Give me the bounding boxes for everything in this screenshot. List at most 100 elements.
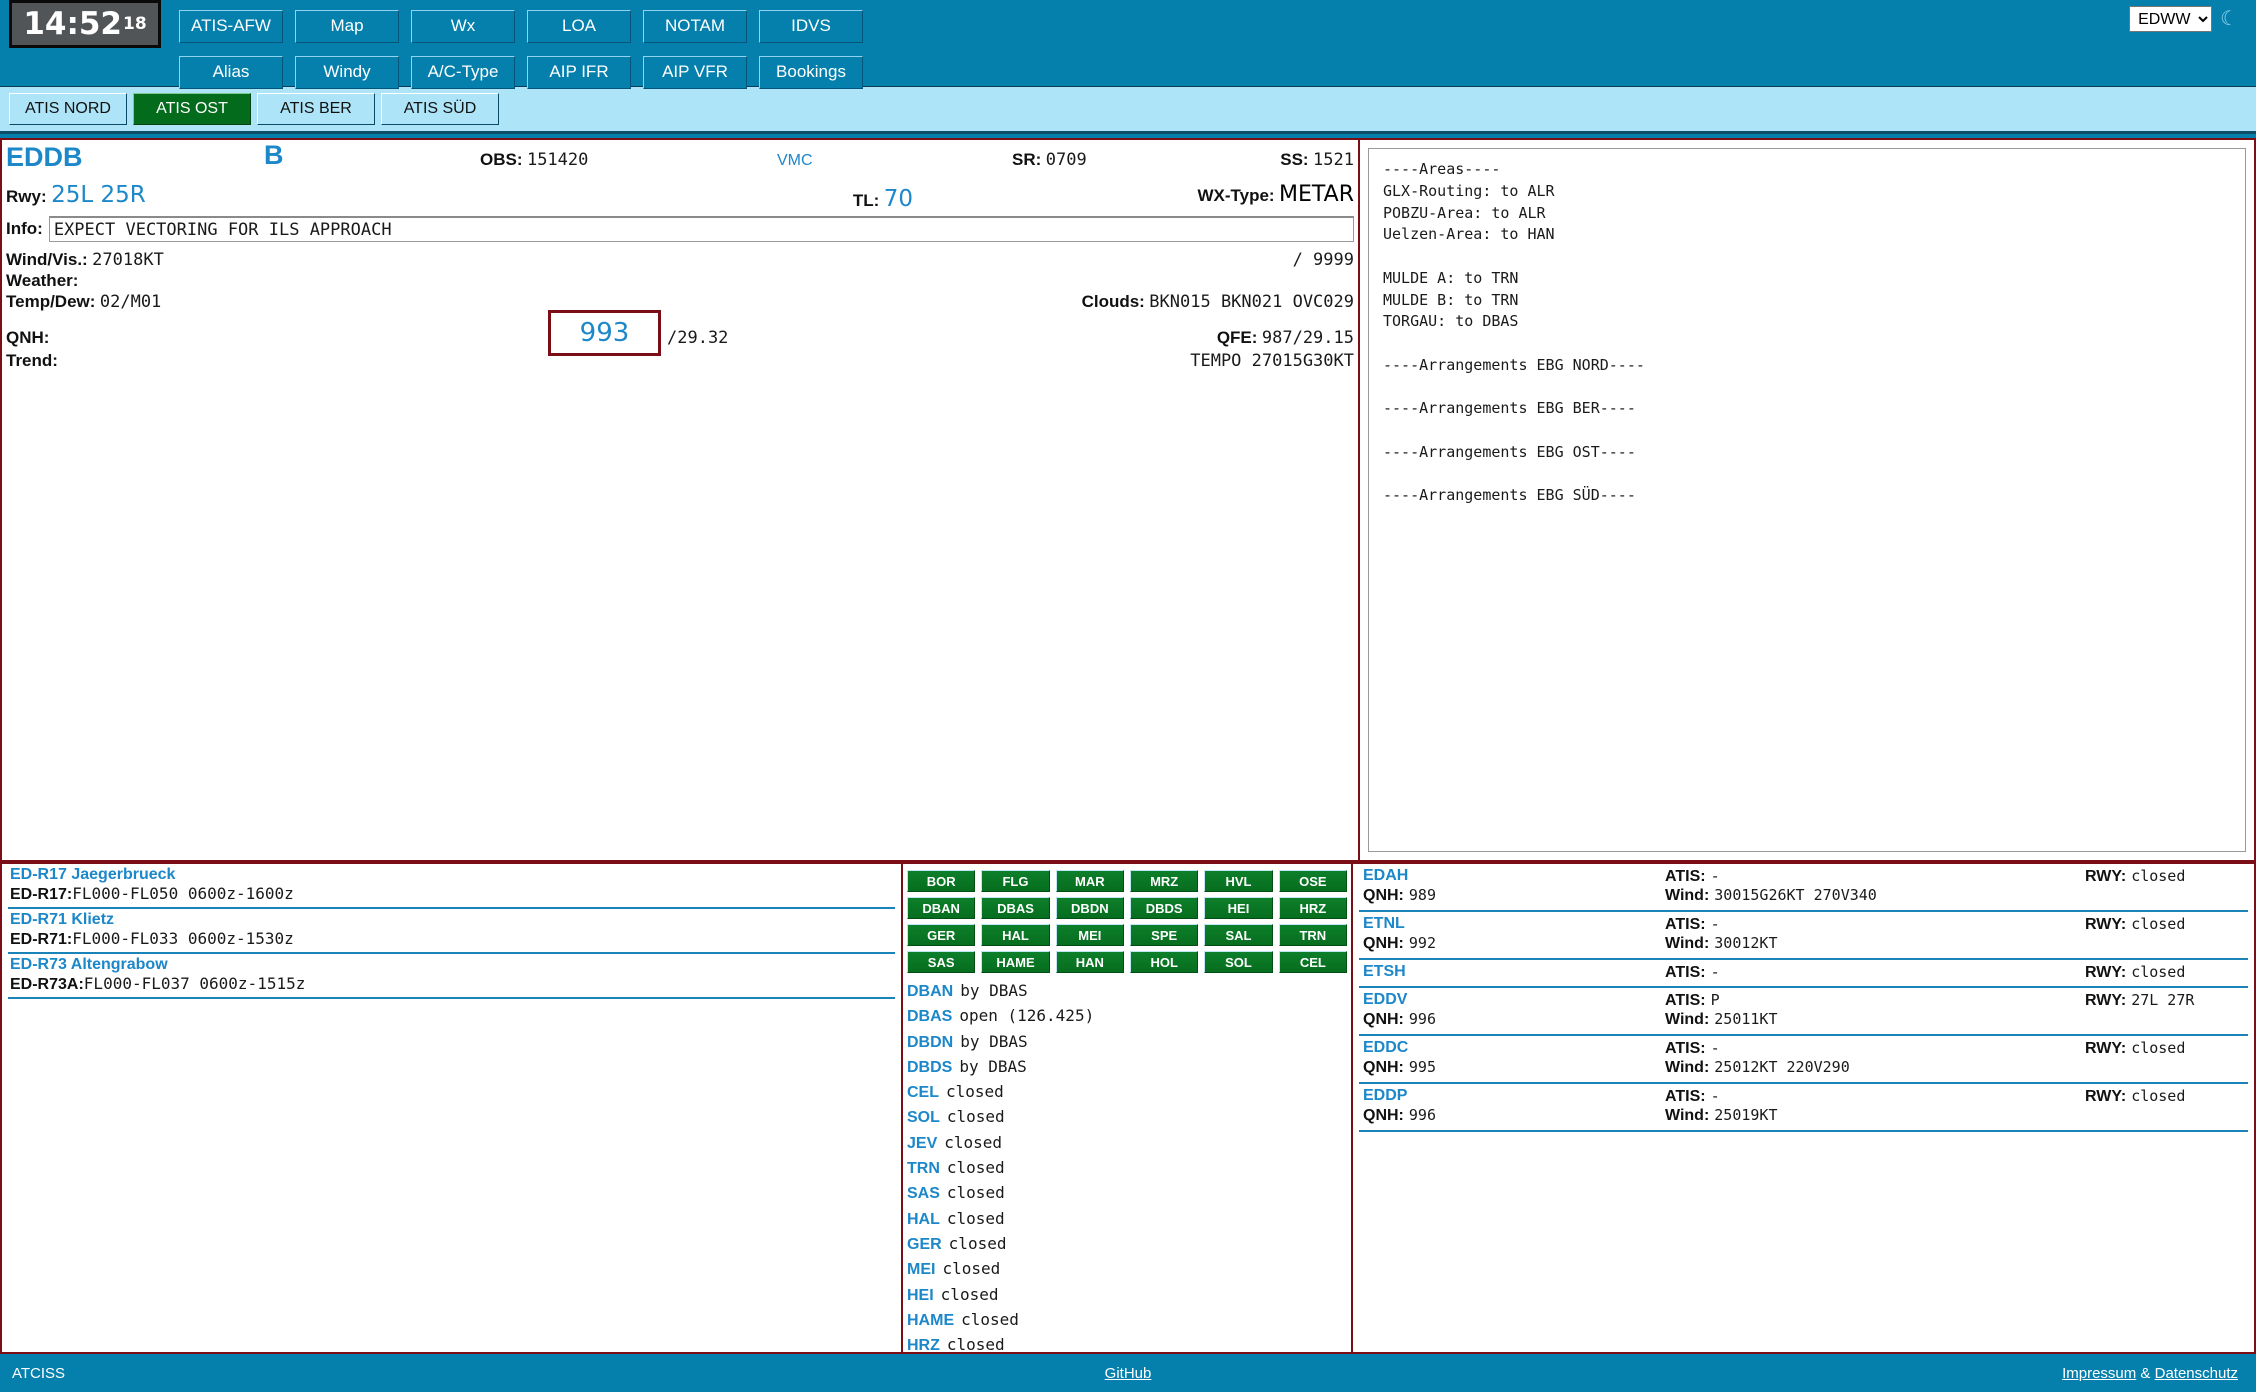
airport-rwy-value: closed bbox=[2131, 867, 2185, 885]
airport-atis: ATIS:- bbox=[1665, 1039, 1720, 1058]
airport-atis-value: - bbox=[1711, 1087, 1720, 1105]
edr-item[interactable]: ED-R71 Klietz ED-R71:FL000-FL033 0600z-1… bbox=[8, 909, 895, 954]
list-item: DBDSby DBAS bbox=[907, 1057, 1347, 1082]
obs-label: OBS: bbox=[480, 150, 523, 169]
airport-wind-value: 30015G26KT 270V340 bbox=[1714, 886, 1877, 904]
bottom-content: ED-R17 Jaegerbrueck ED-R17:FL000-FL050 0… bbox=[0, 862, 2256, 1354]
footer-github-link[interactable]: GitHub bbox=[1105, 1365, 1152, 1382]
region-select[interactable]: EDWW EDGG EDMM bbox=[2129, 6, 2212, 32]
airport-rwy: RWY:closed bbox=[2085, 963, 2185, 982]
airport-row[interactable]: EDDV QNH:996 ATIS:P Wind:25011KT RWY:27L… bbox=[1359, 988, 2248, 1036]
sector-button-ose[interactable]: OSE bbox=[1279, 870, 1347, 892]
airport-row[interactable]: EDDC QNH:995 ATIS:- Wind:25012KT 220V290… bbox=[1359, 1036, 2248, 1084]
top-navigation: 14:5218 ATIS-AFW Map Wx LOA NOTAM IDVS A… bbox=[0, 0, 2256, 86]
sector-button-ger[interactable]: GER bbox=[907, 924, 975, 946]
sector-button-cel[interactable]: CEL bbox=[1279, 951, 1347, 973]
tab-atis-sued[interactable]: ATIS SÜD bbox=[381, 93, 499, 125]
sector-button-sal[interactable]: SAL bbox=[1204, 924, 1272, 946]
sector-button-hal[interactable]: HAL bbox=[981, 924, 1049, 946]
sector-button-hame[interactable]: HAME bbox=[981, 951, 1049, 973]
station-id: DBAN bbox=[907, 983, 953, 1000]
airport-row[interactable]: ETNL QNH:992 ATIS:- Wind:30012KT RWY:clo… bbox=[1359, 912, 2248, 960]
sector-button-hvl[interactable]: HVL bbox=[1204, 870, 1272, 892]
sector-button-dbas[interactable]: DBAS bbox=[981, 897, 1049, 919]
sector-button-flg[interactable]: FLG bbox=[981, 870, 1049, 892]
airport-qnh-value: 989 bbox=[1409, 886, 1436, 904]
arrangements-text: ----Areas---- GLX-Routing: to ALR POBZU-… bbox=[1368, 148, 2246, 852]
nav-button-idvs[interactable]: IDVS bbox=[759, 10, 863, 43]
airport-rwy-value: closed bbox=[2131, 1087, 2185, 1105]
airport-qnh-value: 992 bbox=[1409, 934, 1436, 952]
airport-row[interactable]: EDAH QNH:989 ATIS:- Wind:30015G26KT 270V… bbox=[1359, 864, 2248, 912]
sector-button-sas[interactable]: SAS bbox=[907, 951, 975, 973]
tab-atis-ost[interactable]: ATIS OST bbox=[133, 93, 251, 125]
station-id: CEL bbox=[907, 1084, 939, 1101]
nav-button-loa[interactable]: LOA bbox=[527, 10, 631, 43]
clouds-field: Clouds: BKN015 BKN021 OVC029 bbox=[1082, 292, 1354, 312]
sector-button-mrz[interactable]: MRZ bbox=[1130, 870, 1198, 892]
station-id: SAS bbox=[907, 1185, 940, 1202]
sector-button-trn[interactable]: TRN bbox=[1279, 924, 1347, 946]
sector-button-hei[interactable]: HEI bbox=[1204, 897, 1272, 919]
sector-button-sol[interactable]: SOL bbox=[1204, 951, 1272, 973]
nav-button-aip-vfr[interactable]: AIP VFR bbox=[643, 56, 747, 89]
edr-value: FL000-FL033 0600z-1530z bbox=[72, 929, 294, 948]
clock-seconds: 18 bbox=[123, 14, 147, 34]
sector-button-han[interactable]: HAN bbox=[1056, 951, 1124, 973]
edr-item[interactable]: ED-R17 Jaegerbrueck ED-R17:FL000-FL050 0… bbox=[8, 864, 895, 909]
clouds-value: BKN015 BKN021 OVC029 bbox=[1149, 292, 1354, 312]
airport-row[interactable]: EDDP QNH:996 ATIS:- Wind:25019KT RWY:clo… bbox=[1359, 1084, 2248, 1132]
sector-button-mar[interactable]: MAR bbox=[1056, 870, 1124, 892]
nav-button-alias[interactable]: Alias bbox=[179, 56, 283, 89]
tab-atis-ber[interactable]: ATIS BER bbox=[257, 93, 375, 125]
tab-atis-nord[interactable]: ATIS NORD bbox=[9, 93, 127, 125]
airport-wind-label: Wind: bbox=[1665, 1059, 1709, 1076]
station-status: closed bbox=[941, 1285, 999, 1304]
nav-button-atis-afw[interactable]: ATIS-AFW bbox=[179, 10, 283, 43]
airport-wind: Wind:30012KT bbox=[1665, 934, 1778, 953]
airport-icao: ETNL bbox=[1363, 915, 1405, 933]
list-item: DBANby DBAS bbox=[907, 981, 1347, 1006]
sector-button-dbdn[interactable]: DBDN bbox=[1056, 897, 1124, 919]
sector-button-hol[interactable]: HOL bbox=[1130, 951, 1198, 973]
airport-row[interactable]: ETSH ATIS:- RWY:closed bbox=[1359, 960, 2248, 988]
nav-button-windy[interactable]: Windy bbox=[295, 56, 399, 89]
edr-item[interactable]: ED-R73 Altengrabow ED-R73A:FL000-FL037 0… bbox=[8, 954, 895, 999]
main-content: EDDB B OBS: 151420 VMC SR: 0709 SS: 1521… bbox=[0, 138, 2256, 862]
info-row: Info: bbox=[6, 216, 1354, 242]
nav-button-ac-type[interactable]: A/C-Type bbox=[411, 56, 515, 89]
info-input[interactable] bbox=[49, 216, 1354, 242]
nav-button-bookings[interactable]: Bookings bbox=[759, 56, 863, 89]
list-item: DBDNby DBAS bbox=[907, 1032, 1347, 1057]
sector-button-bor[interactable]: BOR bbox=[907, 870, 975, 892]
nav-button-map[interactable]: Map bbox=[295, 10, 399, 43]
airport-icao: ETSH bbox=[1363, 963, 1406, 981]
sunset-field: SS: 1521 bbox=[1280, 150, 1354, 170]
sector-button-hrz[interactable]: HRZ bbox=[1279, 897, 1347, 919]
airport-qnh: QNH:996 bbox=[1363, 1106, 1436, 1125]
list-item: CELclosed bbox=[907, 1082, 1347, 1107]
atis-tab-bar: ATIS NORD ATIS OST ATIS BER ATIS SÜD bbox=[0, 86, 2256, 134]
station-id: DBDN bbox=[907, 1034, 953, 1051]
nav-button-wx[interactable]: Wx bbox=[411, 10, 515, 43]
airport-rwy-label: RWY: bbox=[2085, 992, 2126, 1009]
sector-button-mei[interactable]: MEI bbox=[1056, 924, 1124, 946]
nav-button-aip-ifr[interactable]: AIP IFR bbox=[527, 56, 631, 89]
nav-button-notam[interactable]: NOTAM bbox=[643, 10, 747, 43]
footer-datenschutz-link[interactable]: Datenschutz bbox=[2155, 1365, 2238, 1382]
sector-button-spe[interactable]: SPE bbox=[1130, 924, 1198, 946]
wx-type-field: WX-Type: METAR bbox=[1197, 182, 1354, 207]
airport-rwy: RWY:closed bbox=[2085, 867, 2185, 886]
station-id: SOL bbox=[907, 1109, 940, 1126]
sector-button-dbds[interactable]: DBDS bbox=[1130, 897, 1198, 919]
airport-wind: Wind:25011KT bbox=[1665, 1010, 1778, 1029]
footer-impressum-link[interactable]: Impressum bbox=[2062, 1365, 2136, 1382]
sector-button-dban[interactable]: DBAN bbox=[907, 897, 975, 919]
qnh-inhg-value: /29.32 bbox=[667, 328, 728, 348]
station-status: open (126.425) bbox=[959, 1006, 1094, 1025]
moon-icon[interactable]: ☾ bbox=[2220, 9, 2238, 29]
wind-vis-field: Wind/Vis.: 27018KT bbox=[6, 250, 164, 270]
list-item: MEIclosed bbox=[907, 1259, 1347, 1284]
edr-value: FL000-FL037 0600z-1515z bbox=[84, 974, 306, 993]
airport-qnh: QNH:995 bbox=[1363, 1058, 1436, 1077]
